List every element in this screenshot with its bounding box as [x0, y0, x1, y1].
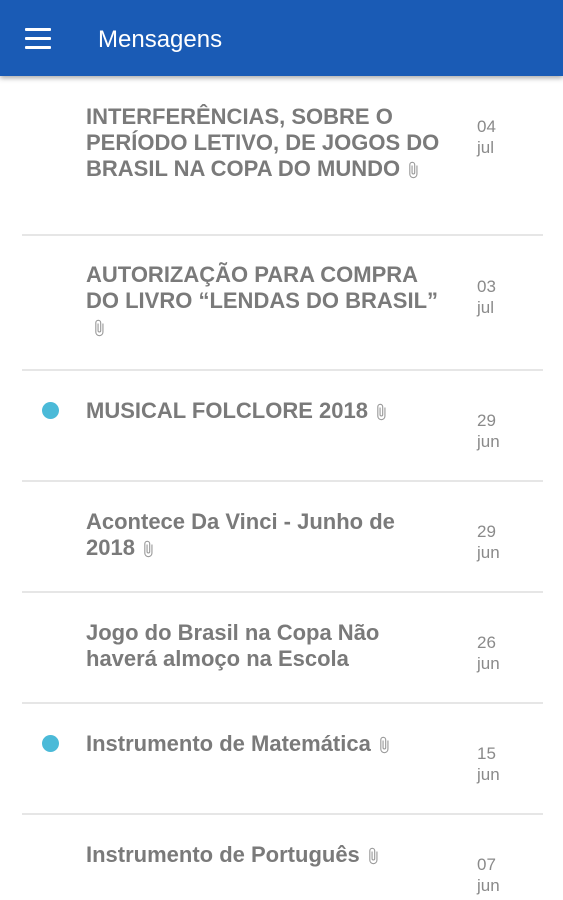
message-title: Acontece Da Vinci - Junho de 2018 — [86, 509, 395, 560]
list-item[interactable]: Instrumento de Português 07 jun — [0, 815, 563, 900]
message-date: 15 jun — [477, 744, 500, 784]
message-title: AUTORIZAÇÃO PARA COMPRA DO LIVRO “LENDAS… — [86, 262, 446, 340]
message-title: Instrumento de Português — [86, 842, 446, 868]
message-title: INTERFERÊNCIAS, SOBRE O PERÍODO LETIVO, … — [86, 104, 440, 181]
message-list[interactable]: INTERFERÊNCIAS, SOBRE O PERÍODO LETIVO, … — [0, 76, 563, 900]
unread-indicator — [42, 402, 59, 419]
paperclip-icon — [95, 319, 104, 337]
paperclip-icon — [380, 736, 389, 754]
list-item[interactable]: AUTORIZAÇÃO PARA COMPRA DO LIVRO “LENDAS… — [0, 236, 563, 371]
unread-indicator — [42, 735, 59, 752]
list-item[interactable]: Jogo do Brasil na Copa Não haverá almoço… — [0, 593, 563, 704]
page-title: Mensagens — [98, 26, 223, 53]
message-title: MUSICAL FOLCLORE 2018 — [86, 398, 446, 424]
list-item[interactable]: Instrumento de Matemática 15 jun — [0, 704, 563, 815]
message-date: 04 jul — [477, 117, 496, 157]
message-date: 29 jun — [477, 522, 500, 562]
paperclip-icon — [144, 540, 153, 558]
message-date: 03 jul — [477, 277, 496, 317]
message-title: Instrumento de Matemática — [86, 731, 446, 757]
message-title: Jogo do Brasil na Copa Não haverá almoço… — [86, 620, 380, 671]
list-item[interactable]: Acontece Da Vinci - Junho de 2018 29 jun — [0, 482, 563, 593]
message-date: 26 jun — [477, 633, 500, 673]
app-bar: Mensagens — [0, 0, 563, 76]
message-date: 29 jun — [477, 411, 500, 451]
paperclip-icon — [377, 403, 386, 421]
list-item[interactable]: MUSICAL FOLCLORE 2018 29 jun — [0, 371, 563, 482]
message-date: 07 jun — [477, 855, 500, 895]
menu-icon[interactable] — [22, 24, 54, 56]
paperclip-icon — [369, 847, 378, 865]
list-item[interactable]: INTERFERÊNCIAS, SOBRE O PERÍODO LETIVO, … — [0, 76, 563, 236]
paperclip-icon — [409, 161, 418, 179]
